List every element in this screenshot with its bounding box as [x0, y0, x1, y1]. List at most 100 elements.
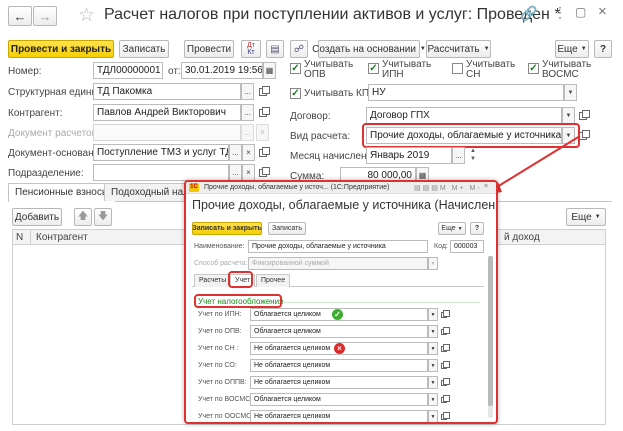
sn-checkbox[interactable] — [452, 63, 463, 74]
contractor-field[interactable]: Павлов Андрей Викторович — [93, 104, 241, 121]
unit-field[interactable]: ТД Пакомка — [93, 83, 241, 100]
division-select-button[interactable]: ... — [229, 164, 242, 181]
tax-row-dropdown-icon[interactable]: ▼ — [428, 359, 438, 372]
back-button[interactable]: ← — [8, 6, 32, 26]
move-up-button[interactable]: 🡅 — [74, 208, 92, 226]
vosms-label: Учитывать ВОСМС — [542, 59, 592, 80]
add-button[interactable]: Добавить — [12, 208, 62, 226]
popup-tab-other[interactable]: Прочее — [256, 274, 291, 287]
popup-tools-icon[interactable]: ▤▤▤M M+ M- — [414, 184, 482, 192]
popup-help-button[interactable]: ? — [470, 222, 484, 235]
date-field[interactable]: 30.01.2019 19:56:54 — [181, 62, 263, 79]
popup-code-field[interactable]: 000003 — [450, 240, 484, 253]
tax-row-dropdown-icon[interactable]: ▼ — [428, 376, 438, 389]
calc-type-label: Вид расчета: — [290, 131, 351, 142]
calculate-button[interactable]: Рассчитать ▼ — [426, 40, 491, 58]
contract-open-icon[interactable] — [576, 107, 590, 124]
attachment-button[interactable]: ☍ — [290, 40, 308, 58]
kpn-dropdown-icon[interactable]: ▼ — [564, 84, 577, 101]
tax-row-field[interactable]: Облагается целиком — [250, 325, 428, 338]
tax-row-open-icon[interactable] — [439, 359, 450, 372]
month-stepper[interactable]: ▲ ▼ — [468, 147, 478, 164]
more-dots-icon[interactable]: ⋮ — [553, 4, 567, 21]
sn-label: Учитывать СН — [466, 59, 516, 80]
tax-row-dropdown-icon[interactable]: ▼ — [428, 342, 438, 355]
unit-select-button[interactable]: ... — [241, 83, 254, 100]
window-title: Расчет налогов при поступлении активов и… — [104, 6, 561, 23]
base-doc-open-icon[interactable] — [256, 144, 270, 161]
tax-row-dropdown-icon[interactable]: ▼ — [428, 325, 438, 338]
move-down-button[interactable]: 🡇 — [94, 208, 112, 226]
popup-more-button[interactable]: Еще ▼ — [438, 222, 466, 235]
help-button[interactable]: ? — [594, 40, 612, 58]
tax-row-label: Учет по СН : — [198, 345, 239, 352]
division-field[interactable] — [93, 164, 229, 181]
link-icon[interactable]: 🔗 — [520, 5, 537, 22]
base-doc-select-button[interactable]: ... — [229, 144, 242, 161]
tax-row-field[interactable]: Не облагается целиком — [250, 359, 428, 372]
unit-open-icon[interactable] — [256, 83, 270, 100]
close-icon[interactable]: × — [598, 3, 607, 20]
tax-row-open-icon[interactable] — [439, 376, 450, 389]
base-doc-clear-button[interactable]: × — [242, 144, 255, 161]
tax-row-field[interactable]: Не облагается целиком — [250, 376, 428, 389]
contractor-open-icon[interactable] — [256, 104, 270, 121]
contract-field[interactable]: Договор ГПХ — [366, 107, 562, 124]
number-label: Номер: — [8, 66, 42, 77]
settle-doc-select-button: ... — [241, 124, 254, 141]
tax-row-open-icon[interactable] — [439, 410, 450, 422]
col-contractor-header: Контрагент — [36, 232, 88, 243]
popup-save-button[interactable]: Записать — [268, 222, 306, 235]
division-open-icon[interactable] — [256, 164, 270, 181]
opv-checkbox[interactable]: ✓ — [290, 63, 301, 74]
popup-group-title-highlight — [194, 294, 282, 308]
kpn-checkbox[interactable]: ✓ — [290, 88, 301, 99]
favorite-star-icon[interactable]: ☆ — [78, 4, 95, 27]
post-and-close-button[interactable]: Провести и закрыть — [8, 40, 114, 58]
number-field[interactable]: ТДЛ00000001 — [93, 62, 163, 79]
tax-row-open-icon[interactable] — [439, 342, 450, 355]
tax-row-open-icon[interactable] — [439, 308, 450, 321]
forward-button[interactable]: → — [33, 6, 57, 26]
report-button[interactable]: ▤ — [266, 40, 284, 58]
paperclip-icon: ☍ — [293, 43, 305, 55]
tax-row-open-icon[interactable] — [439, 393, 450, 406]
popup-save-close-button[interactable]: Записать и закрыть — [192, 222, 262, 235]
tab-pension[interactable]: Пенсионные взносы — [8, 183, 117, 202]
ipn-checkbox[interactable]: ✓ — [368, 63, 379, 74]
maximize-icon[interactable]: ▢ — [575, 5, 586, 19]
tax-row-label: Учет по ВОСМС: — [198, 396, 253, 403]
popup-code-label: Код: — [434, 243, 448, 250]
contract-dropdown-icon[interactable]: ▼ — [562, 107, 575, 124]
base-doc-field[interactable]: Поступление ТМЗ и услуг ТДЛ0 — [93, 144, 229, 161]
month-field[interactable]: Январь 2019 — [366, 147, 452, 164]
tax-row-field[interactable]: Облагается целиком — [250, 393, 428, 406]
post-button[interactable]: Провести — [184, 40, 234, 58]
save-button[interactable]: Записать — [119, 40, 169, 58]
vosms-checkbox[interactable]: ✓ — [528, 63, 539, 74]
settle-doc-clear-button: × — [256, 124, 269, 141]
popup-tab-calc[interactable]: Расчеты — [194, 274, 232, 287]
popup-scrollbar-thumb[interactable] — [488, 256, 493, 406]
more-button[interactable]: Еще ▼ — [555, 40, 589, 58]
kpn-label: Учитывать КПН — [304, 88, 377, 99]
contract-label: Договор: — [290, 111, 331, 122]
popup-method-dropdown-icon: ▼ — [428, 257, 438, 270]
tax-row-dropdown-icon[interactable]: ▼ — [428, 393, 438, 406]
division-clear-button[interactable]: × — [242, 164, 255, 181]
tax-row-open-icon[interactable] — [439, 325, 450, 338]
dt-kt-button[interactable]: Дт Кт — [241, 40, 261, 58]
popup-close-icon[interactable]: × — [484, 183, 488, 190]
kpn-field[interactable]: НУ — [368, 84, 564, 101]
create-based-button[interactable]: Создать на основании ▼ — [312, 40, 426, 58]
tax-row-dropdown-icon[interactable]: ▼ — [428, 410, 438, 422]
contractor-select-button[interactable]: ... — [241, 104, 254, 121]
col-income-header: й доход — [504, 232, 540, 243]
popup-name-field[interactable]: Прочие доходы, облагаемые у источника — [248, 240, 428, 253]
calendar-button[interactable]: ▦ — [263, 62, 276, 79]
tax-row-dropdown-icon[interactable]: ▼ — [428, 308, 438, 321]
table-more-button[interactable]: Еще ▼ — [566, 208, 606, 226]
tax-row-field[interactable]: Не облагается целиком — [250, 410, 428, 422]
month-select-button[interactable]: ... — [452, 147, 465, 164]
cross-circle-icon: × — [334, 343, 345, 354]
